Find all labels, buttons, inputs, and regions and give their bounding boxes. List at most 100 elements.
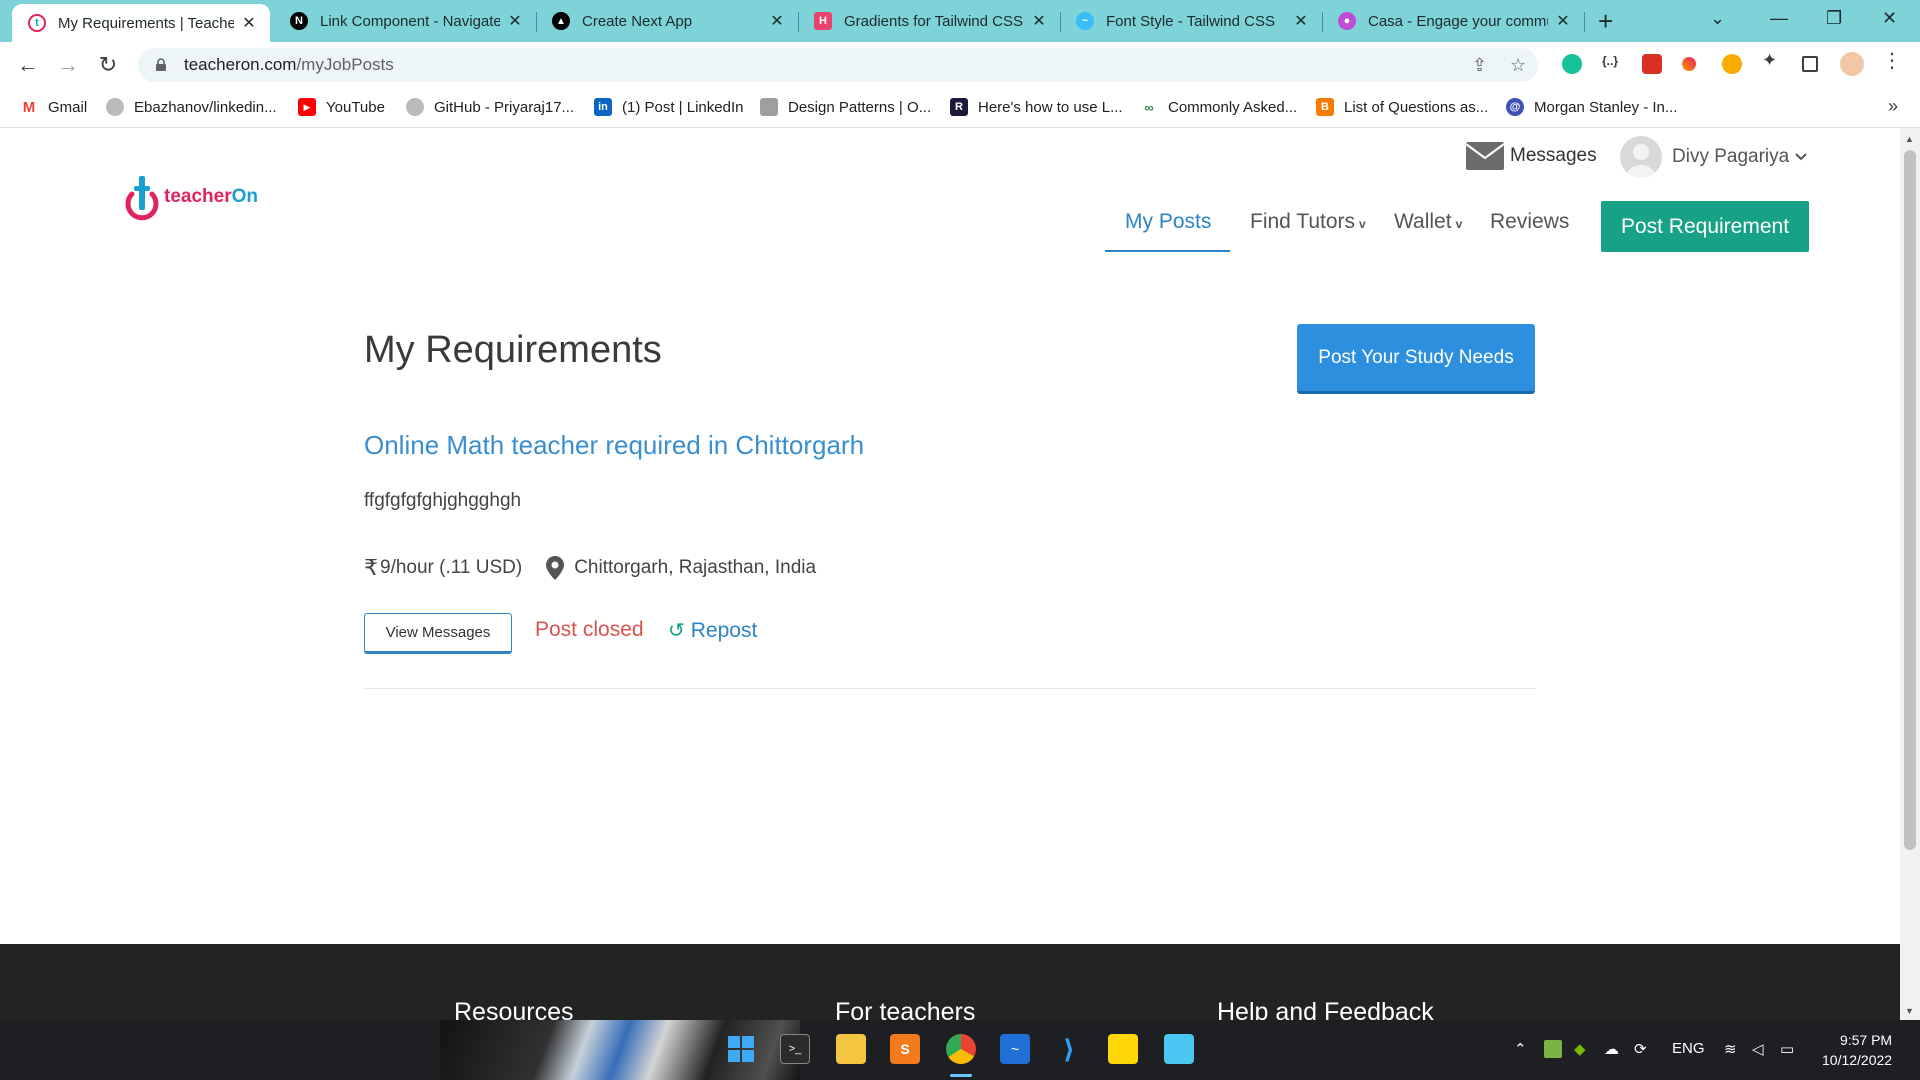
close-icon[interactable]: ✕	[240, 13, 258, 33]
nav-label: Find Tutors	[1250, 210, 1356, 233]
scroll-up-arrow-icon[interactable]: ▲	[1905, 134, 1914, 144]
grammarly-extension-icon[interactable]	[1562, 54, 1582, 74]
bookmark-list-of-questions[interactable]: B List of Questions as...	[1316, 98, 1488, 116]
color-picker-extension-icon[interactable]	[1682, 57, 1696, 71]
vercel-favicon: ▲	[552, 12, 570, 30]
sync-icon[interactable]: ⟳	[1634, 1040, 1647, 1058]
bookmark-linkedin[interactable]: in (1) Post | LinkedIn	[594, 98, 743, 116]
close-icon[interactable]: ✕	[1030, 11, 1048, 31]
repost-link[interactable]: ↺ Repost	[668, 618, 757, 643]
job-rate: 9/hour (.11 USD)	[380, 557, 523, 578]
tab-font-style-tailwind[interactable]: ~ Font Style - Tailwind CSS ✕	[1060, 0, 1322, 42]
tab-title: Gradients for Tailwind CSS |	[844, 12, 1024, 30]
windows-logo-icon	[728, 1036, 754, 1062]
forward-arrow-icon[interactable]: →	[54, 52, 82, 78]
whiteboard-icon[interactable]: ~	[1000, 1034, 1030, 1064]
tab-search-chevron-icon[interactable]: ⌄	[1710, 8, 1725, 29]
close-icon[interactable]: ✕	[1554, 11, 1572, 31]
taskbar-clock[interactable]: 9:57 PM 10/12/2022	[1822, 1030, 1892, 1070]
nvidia-icon[interactable]: ◆	[1574, 1040, 1586, 1058]
job-title-link[interactable]: Online Math teacher required in Chittorg…	[364, 430, 864, 461]
close-icon[interactable]: ✕	[768, 11, 786, 31]
bookmark-commonly-asked[interactable]: ∞ Commonly Asked...	[1140, 98, 1297, 116]
teacheron-logo[interactable]: teacherOn	[122, 172, 258, 222]
wifi-icon[interactable]: ≋	[1724, 1040, 1737, 1058]
address-bar[interactable]: teacheron.com/myJobPosts ⇪ ☆	[138, 48, 1538, 82]
file-explorer-icon[interactable]	[836, 1034, 866, 1064]
view-messages-button[interactable]: View Messages	[364, 613, 512, 654]
timer-extension-icon[interactable]	[1722, 54, 1742, 74]
language-indicator[interactable]: ENG	[1672, 1040, 1705, 1057]
bookmark-label: Gmail	[48, 98, 88, 116]
bookmark-design-patterns[interactable]: Design Patterns | O...	[760, 98, 931, 116]
restore-icon[interactable]: ❐	[1826, 8, 1842, 29]
kebab-menu-icon[interactable]: ⋮	[1882, 48, 1902, 72]
bookmark-morgan-stanley[interactable]: @ Morgan Stanley - In...	[1506, 98, 1677, 116]
tab-gradients-tailwind[interactable]: H Gradients for Tailwind CSS | ✕	[798, 0, 1060, 42]
bookmark-gmail[interactable]: M Gmail	[20, 98, 87, 116]
nav-find-tutors[interactable]: Find Tutors v	[1250, 210, 1366, 234]
messages-link[interactable]: Messages	[1466, 142, 1597, 170]
logo-text-accent: On	[231, 186, 258, 207]
page-title: My Requirements	[364, 329, 662, 371]
post-study-needs-button[interactable]: Post Your Study Needs	[1297, 324, 1535, 394]
sublime-text-icon[interactable]: S	[890, 1034, 920, 1064]
share-icon[interactable]: ⇪	[1472, 55, 1487, 76]
bookmark-ebazhanov[interactable]: Ebazhanov/linkedin...	[106, 98, 277, 116]
repost-label: Repost	[690, 618, 758, 642]
tab-my-requirements[interactable]: t My Requirements | TeacherOn ✕	[12, 4, 270, 42]
url-text: teacheron.com/myJobPosts	[184, 55, 394, 75]
tab-casa[interactable]: ● Casa - Engage your commu ✕	[1322, 0, 1584, 42]
bookmark-label: Design Patterns | O...	[788, 98, 932, 116]
json-extension-icon[interactable]: {..}	[1602, 54, 1622, 74]
bookmarks-overflow-chevron-icon[interactable]: »	[1888, 96, 1898, 117]
bookmark-star-icon[interactable]: ☆	[1510, 55, 1526, 76]
nav-my-posts[interactable]: My Posts	[1125, 210, 1211, 234]
scroll-down-arrow-icon[interactable]: ▼	[1905, 1006, 1914, 1016]
rupee-icon: ₹	[364, 555, 378, 580]
casa-favicon: ●	[1338, 12, 1356, 30]
blogger-icon: B	[1316, 98, 1334, 116]
windows-start-icon[interactable]	[726, 1034, 756, 1064]
notepad-icon[interactable]	[1164, 1034, 1194, 1064]
r-icon: R	[950, 98, 968, 116]
red-extension-icon[interactable]	[1642, 54, 1662, 74]
vscode-icon[interactable]: ⟩	[1054, 1034, 1084, 1064]
avatar	[1620, 136, 1662, 178]
browser-toolbar: ← → ↻ teacheron.com/myJobPosts ⇪ ☆ {..} …	[0, 42, 1920, 88]
close-icon[interactable]: ✕	[1292, 11, 1310, 31]
nav-label: Reviews	[1490, 210, 1570, 233]
nav-wallet[interactable]: Wallet v	[1394, 210, 1462, 234]
side-panel-icon[interactable]	[1802, 56, 1818, 72]
teacheron-logo-mark-icon	[125, 176, 159, 221]
bookmark-heres-how[interactable]: R Here's how to use L...	[950, 98, 1123, 116]
tab-create-next-app[interactable]: ▲ Create Next App ✕	[536, 0, 798, 42]
footer-heading-for-teachers: For teachers	[835, 998, 1061, 1020]
onedrive-cloud-icon[interactable]: ☁	[1604, 1040, 1619, 1058]
profile-avatar-icon[interactable]	[1840, 52, 1864, 76]
tab-title: Font Style - Tailwind CSS	[1106, 12, 1275, 30]
bookmark-label: YouTube	[326, 98, 385, 116]
user-menu[interactable]: Divy Pagariya	[1620, 136, 1807, 178]
tab-link-component[interactable]: N Link Component - Navigate ✕	[274, 0, 536, 42]
close-window-icon[interactable]: ✕	[1882, 8, 1897, 29]
scrollbar-thumb[interactable]	[1904, 150, 1916, 850]
page-scrollbar[interactable]: ▲ ▼	[1900, 128, 1920, 1020]
show-hidden-icons-chevron-icon[interactable]: ⌃	[1514, 1040, 1527, 1058]
reload-icon[interactable]: ↻	[94, 52, 122, 78]
volume-icon[interactable]: ◁	[1752, 1040, 1764, 1058]
battery-icon[interactable]: ▭	[1780, 1040, 1794, 1058]
minimize-icon[interactable]: —	[1770, 8, 1788, 29]
bookmark-github-priyaraj[interactable]: GitHub - Priyaraj17...	[406, 98, 574, 116]
nav-reviews[interactable]: Reviews	[1490, 210, 1569, 234]
new-tab-plus-icon[interactable]: +	[1598, 8, 1613, 34]
terminal-icon[interactable]: >_	[780, 1034, 810, 1064]
chrome-icon[interactable]	[946, 1034, 976, 1064]
close-icon[interactable]: ✕	[506, 11, 524, 31]
back-arrow-icon[interactable]: ←	[14, 52, 42, 78]
puzzle-extensions-icon[interactable]: ✦	[1762, 50, 1782, 70]
post-requirement-button[interactable]: Post Requirement	[1601, 201, 1809, 252]
bookmark-youtube[interactable]: ▶ YouTube	[298, 98, 385, 116]
sticky-notes-icon[interactable]	[1108, 1034, 1138, 1064]
tray-app-icon[interactable]	[1544, 1040, 1562, 1058]
